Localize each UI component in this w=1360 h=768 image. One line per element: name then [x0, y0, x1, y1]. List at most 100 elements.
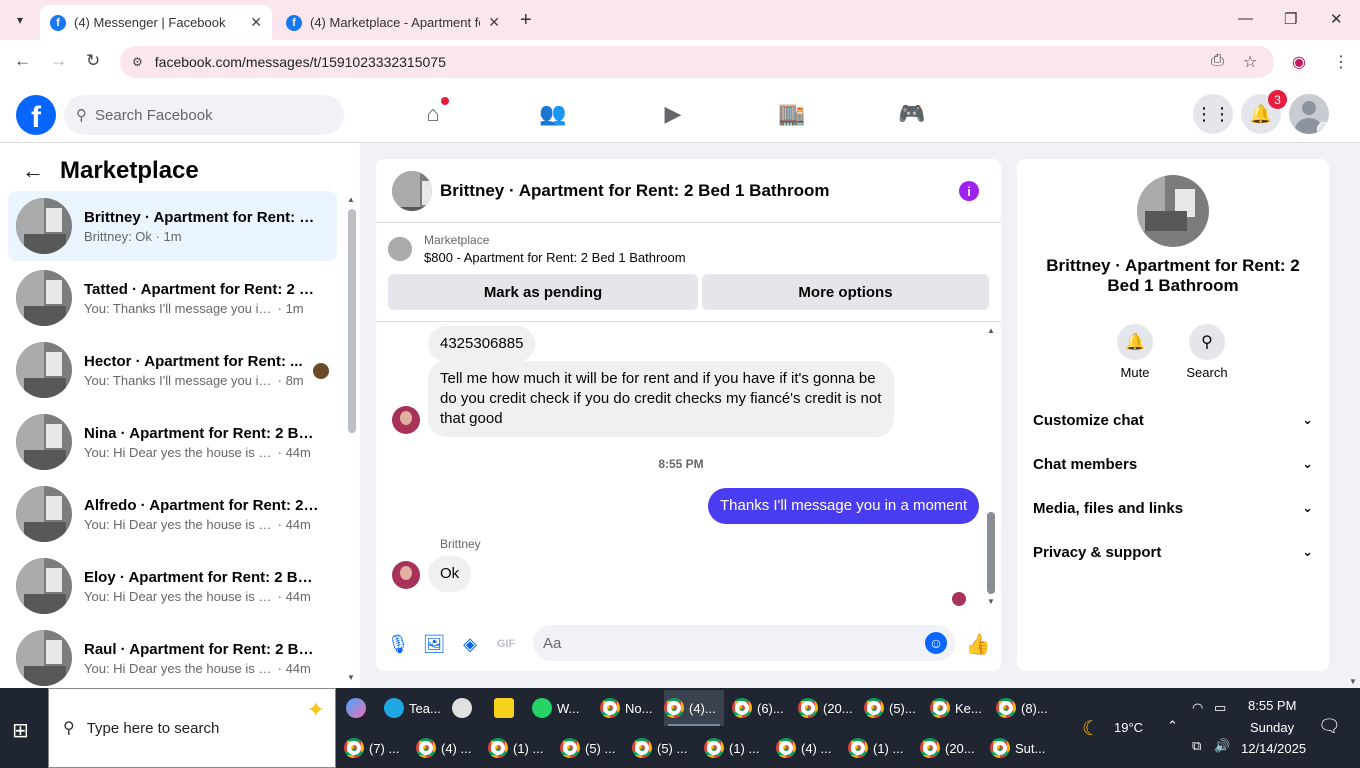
weather-temp[interactable]: 19°C [1114, 720, 1143, 735]
taskbar-app[interactable]: (20... [798, 690, 856, 726]
url-bar[interactable]: ⚙ facebook.com/messages/t/15910233323150… [120, 46, 1274, 78]
reload-icon[interactable]: ↻ [86, 51, 100, 71]
messages-scrollbar[interactable]: ▲ ▼ [986, 326, 996, 606]
close-window-icon[interactable]: ✕ [1330, 10, 1343, 28]
facebook-search-input[interactable] [95, 106, 315, 124]
profile-icon[interactable]: ◉ [1292, 52, 1306, 72]
volume-icon[interactable]: 🔊 [1214, 738, 1230, 754]
close-tab-icon[interactable]: ✕ [488, 14, 500, 31]
taskbar-app[interactable]: (7) ... [344, 730, 406, 766]
maximize-icon[interactable]: ❐ [1284, 10, 1297, 28]
taskbar-app[interactable]: (1) ... [848, 730, 910, 766]
conversation-item[interactable]: Brittney · Apartment for Rent: 2 ... Bri… [8, 191, 337, 261]
taskbar-app[interactable]: (1) ... [488, 730, 550, 766]
notification-center-icon[interactable]: 🗨 [1318, 716, 1341, 737]
taskbar-app[interactable]: (4) ... [776, 730, 838, 766]
taskbar-app[interactable]: Ke... [930, 690, 988, 726]
conversation-time: 44m [285, 660, 311, 676]
message-input[interactable] [543, 634, 903, 652]
search-action[interactable]: ⚲ Search [1177, 324, 1237, 380]
site-settings-icon[interactable]: ⚙ [132, 55, 143, 69]
notifications-icon[interactable]: 🔔 3 [1241, 90, 1287, 134]
taskbar-app[interactable]: Sut... [990, 730, 1052, 766]
microphone-icon[interactable]: 🎙 [387, 633, 410, 655]
taskbar-app[interactable]: (20... [920, 730, 982, 766]
facebook-search[interactable]: ⚲ [64, 95, 344, 135]
chat-members-section[interactable]: Chat members ⌄ [1033, 446, 1313, 482]
install-app-icon[interactable]: ⎙ [1211, 52, 1224, 70]
chat-avatar[interactable] [392, 170, 432, 211]
info-icon[interactable]: i [959, 181, 979, 201]
bookmark-star-icon[interactable]: ☆ [1243, 52, 1257, 72]
media-files-section[interactable]: Media, files and links ⌄ [1033, 490, 1313, 526]
browser-menu-icon[interactable]: ⋮ [1333, 52, 1349, 72]
chat-title[interactable]: Brittney · Apartment for Rent: 2 Bed 1 B… [440, 181, 829, 201]
back-icon[interactable]: ← [14, 51, 31, 71]
tab-marketplace[interactable]: f (4) Marketplace - Apartment fo ✕ [276, 5, 510, 40]
account-avatar[interactable]: ⌄ [1289, 94, 1329, 134]
video-icon[interactable]: ▶ [659, 100, 687, 128]
forward-icon[interactable]: → [50, 51, 67, 71]
chrome-icon [864, 698, 884, 718]
listing-thumbnail [16, 198, 72, 254]
gif-icon[interactable]: GIF [495, 633, 517, 655]
close-tab-icon[interactable]: ✕ [250, 14, 262, 31]
facebook-favicon-icon: f [50, 14, 66, 31]
sender-avatar[interactable] [392, 561, 420, 589]
friends-icon[interactable]: 👥 [539, 100, 567, 128]
privacy-support-section[interactable]: Privacy & support ⌄ [1033, 534, 1313, 570]
new-tab-icon[interactable]: + [520, 9, 532, 32]
weather-moon-icon[interactable]: ☾ [1082, 716, 1100, 741]
emoji-icon[interactable]: ☺ [925, 632, 947, 654]
taskbar-app[interactable]: (5) ... [632, 730, 694, 766]
mark-pending-button[interactable]: Mark as pending [388, 274, 698, 310]
taskbar-app[interactable]: No... [600, 690, 656, 726]
taskbar-app[interactable]: (8)... [996, 690, 1054, 726]
tab-messenger[interactable]: f (4) Messenger | Facebook ✕ [40, 5, 272, 40]
taskbar-app[interactable]: (4)... [664, 690, 724, 726]
taskbar-app[interactable]: (4) ... [416, 730, 478, 766]
tab-search-icon[interactable]: ▾ [8, 8, 32, 32]
copilot-app[interactable] [346, 690, 371, 726]
facebook-logo-icon[interactable]: f [16, 95, 56, 135]
sticker-icon[interactable]: ◈ [459, 633, 481, 655]
customize-chat-section[interactable]: Customize chat ⌄ [1033, 402, 1313, 438]
back-arrow-icon[interactable]: ← [22, 158, 44, 184]
wifi-icon[interactable]: ◠ [1192, 700, 1203, 716]
page-scrollbar[interactable]: ▼ [1346, 143, 1360, 688]
clock-time[interactable]: 8:55 PM [1248, 698, 1296, 713]
taskbar-search[interactable]: ⚲ Type here to search ✦ [48, 688, 336, 768]
like-thumb-icon[interactable]: 👍 [966, 633, 991, 656]
mute-action[interactable]: 🔔 Mute [1105, 324, 1165, 380]
conversation-item[interactable]: Raul · Apartment for Rent: 2 Bed... You:… [8, 623, 337, 688]
more-options-button[interactable]: More options [702, 274, 989, 310]
battery-icon[interactable]: ▭ [1214, 700, 1226, 716]
conversation-item[interactable]: Eloy · Apartment for Rent: 2 Bed... You:… [8, 551, 337, 621]
display-icon[interactable]: ⧉ [1192, 738, 1201, 754]
minimize-icon[interactable]: — [1238, 10, 1253, 27]
taskbar-app[interactable]: (1) ... [704, 730, 766, 766]
photo-icon[interactable]: 🖼 [423, 633, 446, 655]
taskbar-app[interactable]: (5)... [864, 690, 922, 726]
message-input-box[interactable]: ☺ [533, 625, 955, 661]
taskbar-app[interactable] [452, 690, 477, 726]
taskbar-app[interactable] [494, 690, 519, 726]
app-icon [452, 698, 472, 718]
gaming-icon[interactable]: 🎮 [898, 100, 926, 128]
tray-chevron-icon[interactable]: ⌃ [1167, 718, 1178, 734]
taskbar-app[interactable]: Tea... [384, 690, 442, 726]
taskbar-app[interactable]: W... [532, 690, 588, 726]
menu-grid-icon[interactable]: ⋮⋮ [1193, 94, 1233, 134]
sender-avatar[interactable] [392, 406, 420, 434]
chat-list-scrollbar[interactable]: ▲ ▼ [347, 195, 356, 682]
conversation-item[interactable]: Alfredo · Apartment for Rent: 2 ... You:… [8, 479, 337, 549]
conversation-item[interactable]: Nina · Apartment for Rent: 2 Be... You: … [8, 407, 337, 477]
windows-start-icon[interactable]: ⊞ [12, 718, 29, 743]
marketplace-icon[interactable]: 🏬 [778, 100, 806, 128]
taskbar-app[interactable]: (6)... [732, 690, 790, 726]
taskbar-app[interactable]: (5) ... [560, 730, 622, 766]
listing-summary[interactable]: Marketplace $800 - Apartment for Rent: 2… [388, 233, 686, 265]
conversation-item[interactable]: Tatted · Apartment for Rent: 2 B... You:… [8, 263, 337, 333]
conversation-item[interactable]: Hector · Apartment for Rent: ... You: Th… [8, 335, 337, 405]
home-icon[interactable]: ⌂ [419, 97, 449, 128]
